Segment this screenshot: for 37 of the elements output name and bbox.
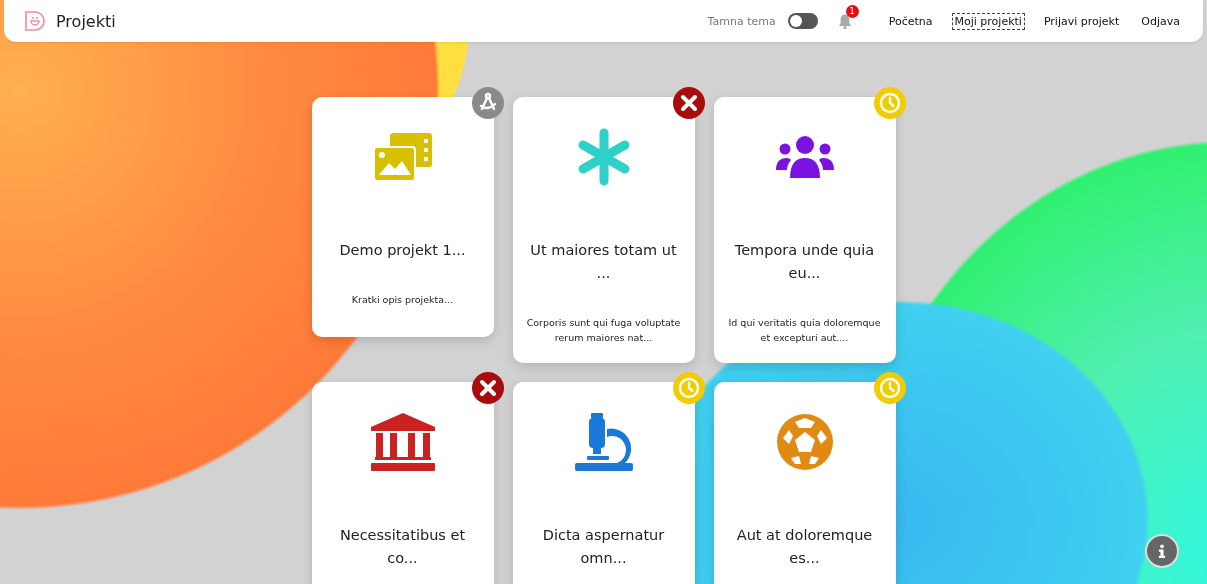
project-card[interactable]: Ut maiores totam ut ... Corporis sunt qui fuga voluptate rerum maiores nat... — [512, 97, 695, 363]
project-card[interactable]: Demo projekt 1... Kratki opis projekta... — [311, 97, 494, 337]
project-description: Corporis sunt qui fuga voluptate rerum maiores nat... — [525, 316, 682, 345]
project-title: Necessitatibus et co... — [338, 526, 467, 568]
images-icon — [373, 133, 432, 181]
notification-count: 1 — [845, 4, 859, 18]
clock-badge-icon — [672, 372, 705, 404]
museum-icon — [370, 413, 435, 471]
project-card[interactable]: Necessitatibus et co... — [311, 382, 494, 584]
page-title: Projekti — [56, 11, 116, 31]
project-title: Aut at doloremque es... — [735, 526, 874, 568]
rejected-badge-icon — [471, 372, 504, 404]
project-title: Tempora unde quia eu... — [733, 241, 876, 283]
theme-toggle-label: Tamna tema — [707, 14, 776, 28]
microscope-icon — [574, 413, 633, 471]
nav-link[interactable]: Odjava — [1138, 12, 1183, 30]
project-description: Kratki opis projekta... — [350, 293, 455, 307]
clock-badge-icon — [873, 372, 906, 404]
project-title: Ut maiores totam ut ... — [529, 241, 678, 283]
nav-link[interactable]: Prijavi projekt — [1040, 12, 1123, 30]
theme-toggle[interactable] — [787, 13, 818, 29]
info-icon — [1158, 544, 1166, 558]
bell-icon[interactable] — [837, 12, 852, 30]
rejected-badge-icon — [672, 87, 705, 119]
project-card[interactable]: Dicta aspernatur omn... — [512, 382, 695, 584]
project-card[interactable]: Aut at doloremque es... — [713, 382, 896, 584]
project-description: Id qui veritatis quia doloremque et excepturi aut.... — [727, 316, 882, 345]
soccer-ball-icon — [776, 414, 833, 470]
users-icon — [775, 136, 834, 178]
clock-badge-icon — [873, 87, 906, 119]
nav-link[interactable]: Moji projekti — [951, 12, 1025, 30]
compass-badge-icon — [471, 87, 504, 119]
project-title: Dicta aspernatur omn... — [541, 526, 666, 568]
nav-link[interactable]: Početna — [885, 12, 936, 30]
project-title: Demo projekt 1... — [338, 241, 467, 260]
project-card[interactable]: Tempora unde quia eu... Id qui veritatis quia doloremque et excepturi aut.... — [713, 97, 896, 363]
info-button[interactable] — [1145, 534, 1179, 568]
